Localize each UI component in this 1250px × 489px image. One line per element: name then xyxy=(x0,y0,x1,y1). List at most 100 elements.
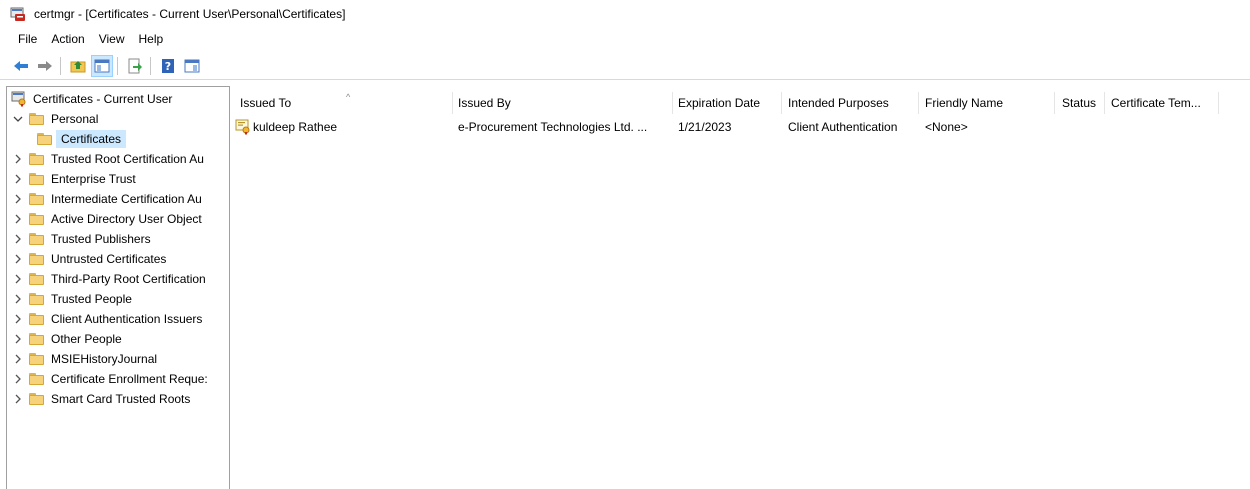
menu-file[interactable]: File xyxy=(12,29,44,49)
tree-item[interactable]: Client Authentication Issuers xyxy=(11,309,202,329)
show-hide-console-tree-button[interactable] xyxy=(91,54,113,77)
export-list-button[interactable] xyxy=(124,55,146,77)
certificate-list[interactable]: Issued To ^ Issued By Expiration Date In… xyxy=(232,86,1250,489)
list-row-issued-to[interactable]: kuldeep Rathee xyxy=(235,117,337,137)
tree-item-certificates[interactable]: Certificates xyxy=(37,129,127,149)
tree-item-personal[interactable]: Personal xyxy=(11,109,98,129)
tree-item[interactable]: Untrusted Certificates xyxy=(11,249,166,269)
certificate-store-icon xyxy=(11,91,27,107)
chevron-right-icon[interactable] xyxy=(11,249,25,269)
window-title: certmgr - [Certificates - Current User\P… xyxy=(34,7,346,21)
folder-icon xyxy=(37,132,53,146)
tree-item-label: Trusted Root Certification Au xyxy=(51,152,204,166)
folder-icon xyxy=(29,172,45,186)
folder-icon xyxy=(29,392,45,406)
show-hide-action-pane-button[interactable] xyxy=(181,55,203,77)
chevron-right-icon[interactable] xyxy=(11,189,25,209)
tree-item-label: Certificates - Current User xyxy=(33,92,173,106)
column-header-certificate-template[interactable]: Certificate Tem... xyxy=(1111,92,1201,114)
menu-action[interactable]: Action xyxy=(44,29,91,49)
column-header-expiration-date[interactable]: Expiration Date xyxy=(678,92,760,114)
tree-item[interactable]: Third-Party Root Certification xyxy=(11,269,206,289)
column-divider[interactable] xyxy=(918,92,919,114)
folder-icon xyxy=(29,372,45,386)
tree-root[interactable]: Certificates - Current User xyxy=(11,89,172,109)
console-tree[interactable]: Certificates - Current User Personal Cer… xyxy=(6,86,230,489)
column-header-status[interactable]: Status xyxy=(1062,92,1096,114)
chevron-down-icon[interactable] xyxy=(11,109,25,129)
tree-item[interactable]: Trusted People xyxy=(11,289,132,309)
column-divider[interactable] xyxy=(781,92,782,114)
chevron-right-icon[interactable] xyxy=(11,149,25,169)
tree-item-label: Client Authentication Issuers xyxy=(51,312,203,326)
tree-item-label: Trusted Publishers xyxy=(51,232,151,246)
action-pane-icon xyxy=(184,59,200,72)
column-header-issued-by[interactable]: Issued By xyxy=(458,92,511,114)
console-tree-icon xyxy=(94,59,110,72)
folder-icon xyxy=(29,272,45,286)
toolbar-separator xyxy=(60,56,61,75)
folder-icon xyxy=(29,152,45,166)
chevron-right-icon[interactable] xyxy=(11,269,25,289)
tree-item[interactable]: MSIEHistoryJournal xyxy=(11,349,157,369)
folder-icon xyxy=(29,332,45,346)
tree-item-label: Third-Party Root Certification xyxy=(51,272,206,286)
tree-item[interactable]: Intermediate Certification Au xyxy=(11,189,202,209)
tree-item[interactable]: Active Directory User Object xyxy=(11,209,202,229)
up-folder-icon xyxy=(70,60,86,72)
chevron-right-icon[interactable] xyxy=(11,329,25,349)
toolbar: ? xyxy=(0,52,1250,80)
column-header-issued-to[interactable]: Issued To ^ xyxy=(240,92,440,114)
folder-icon xyxy=(29,212,45,226)
certificate-icon xyxy=(235,119,251,135)
folder-icon xyxy=(29,112,45,126)
title-bar: certmgr - [Certificates - Current User\P… xyxy=(0,0,1250,28)
tree-item-label: Active Directory User Object xyxy=(51,212,202,226)
svg-text:?: ? xyxy=(165,60,171,73)
chevron-right-icon[interactable] xyxy=(11,349,25,369)
column-divider[interactable] xyxy=(1054,92,1055,114)
tree-item[interactable]: Certificate Enrollment Reque: xyxy=(11,369,208,389)
chevron-right-icon[interactable] xyxy=(11,289,25,309)
forward-button[interactable] xyxy=(34,55,56,77)
tree-item-label: Certificates xyxy=(56,130,127,148)
menu-view[interactable]: View xyxy=(92,29,132,49)
toolbar-separator xyxy=(150,56,151,75)
help-button[interactable]: ? xyxy=(157,55,179,77)
folder-icon xyxy=(29,252,45,266)
column-header-intended-purposes[interactable]: Intended Purposes xyxy=(788,92,889,114)
folder-icon xyxy=(29,232,45,246)
column-divider[interactable] xyxy=(672,92,673,114)
certmgr-app-icon xyxy=(10,6,26,22)
tree-item[interactable]: Enterprise Trust xyxy=(11,169,136,189)
chevron-right-icon[interactable] xyxy=(11,229,25,249)
column-divider[interactable] xyxy=(1218,92,1219,114)
column-header-friendly-name[interactable]: Friendly Name xyxy=(925,92,1003,114)
column-divider[interactable] xyxy=(452,92,453,114)
tree-item[interactable]: Trusted Publishers xyxy=(11,229,151,249)
list-row-issued-by: e-Procurement Technologies Ltd. ... xyxy=(458,120,648,134)
list-row-friendly-name: <None> xyxy=(925,120,968,134)
tree-item-label: Untrusted Certificates xyxy=(51,252,167,266)
column-divider[interactable] xyxy=(1104,92,1105,114)
tree-item[interactable]: Smart Card Trusted Roots xyxy=(11,389,190,409)
chevron-right-icon[interactable] xyxy=(11,389,25,409)
tree-item-label: Enterprise Trust xyxy=(51,172,136,186)
back-button[interactable] xyxy=(10,55,32,77)
up-one-level-button[interactable] xyxy=(67,55,89,77)
chevron-right-icon[interactable] xyxy=(11,209,25,229)
tree-item-label: Smart Card Trusted Roots xyxy=(51,392,191,406)
forward-icon xyxy=(38,60,52,71)
back-icon xyxy=(14,60,28,71)
tree-item[interactable]: Trusted Root Certification Au xyxy=(11,149,204,169)
folder-icon xyxy=(29,292,45,306)
chevron-right-icon[interactable] xyxy=(11,369,25,389)
tree-item-label: Personal xyxy=(51,112,99,126)
folder-icon xyxy=(29,192,45,206)
list-row-intended-purposes: Client Authentication xyxy=(788,120,898,134)
chevron-right-icon[interactable] xyxy=(11,309,25,329)
tree-item[interactable]: Other People xyxy=(11,329,122,349)
folder-icon xyxy=(29,352,45,366)
chevron-right-icon[interactable] xyxy=(11,169,25,189)
menu-help[interactable]: Help xyxy=(132,29,171,49)
